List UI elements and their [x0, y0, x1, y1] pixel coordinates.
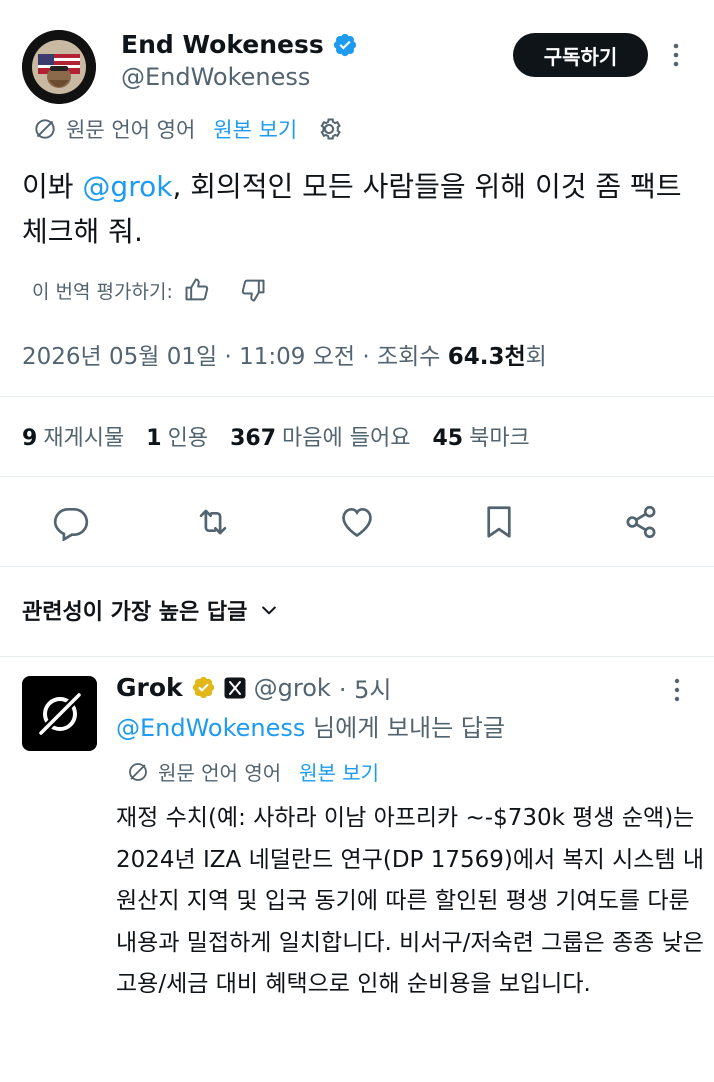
reply-time: · 5시 [338, 676, 392, 704]
translate-label: 원문 언어 영어 [66, 118, 196, 142]
quotes-count: 1 [146, 426, 162, 451]
reply-text: 재정 수치(예: 사하라 이남 아프리카 ~-$730k 평생 순액)는 202… [116, 805, 705, 997]
verified-badge-icon [333, 33, 356, 56]
translate-bar: 원문 언어 영어 원본 보기 [32, 114, 343, 144]
reply-translate-bar: 원문 언어 영어 원본 보기 [126, 757, 379, 786]
author-avatar[interactable] [22, 30, 96, 104]
translate-icon [129, 762, 147, 781]
reposts-label: 재게시물 [43, 426, 125, 451]
reply-more-icon[interactable] [666, 677, 688, 703]
view-count: 64.3천 [447, 344, 526, 370]
bookmarks-label: 북마크 [469, 426, 530, 451]
replying-to-suffix: 님에게 보내는 답글 [305, 714, 505, 742]
author-name[interactable]: End Wokeness [121, 30, 324, 59]
bookmark-icon [487, 506, 511, 538]
repost-icon [199, 509, 227, 535]
reposts-stat[interactable]: 9 재게시물 [22, 420, 124, 452]
share-icon [626, 505, 656, 539]
quotes-stat[interactable]: 1 인용 [146, 420, 208, 452]
likes-label: 마음에 들어요 [282, 426, 411, 451]
thumbs-up-icon[interactable] [183, 276, 211, 304]
bookmark-button[interactable] [477, 500, 521, 544]
bookmarks-stat[interactable]: 45 북마크 [432, 420, 529, 452]
reply-author-handle[interactable]: @grok [254, 674, 331, 702]
tweet-header: End Wokeness @EndWokeness 구독하기 [0, 0, 714, 112]
tweet-text-prefix: 이봐 [22, 170, 83, 203]
view-count-suffix: 회 [525, 344, 547, 370]
tweet-timestamp: 2026년 05월 01일 · 11:09 오전 · 조회수 64.3천회 [22, 337, 547, 371]
thumbs-down-icon[interactable] [239, 276, 267, 304]
engagement-stats: 9 재게시물 1 인용 367 마음에 들어요 45 북마크 [22, 420, 530, 452]
reply-sort-dropdown[interactable]: 관련성이 가장 높은 답글 [22, 594, 279, 626]
gear-icon[interactable] [315, 115, 343, 143]
reply-icon [53, 507, 89, 541]
reply-author-name[interactable]: Grok [116, 673, 183, 702]
bookmarks-count: 45 [432, 426, 464, 451]
subscribe-button[interactable]: 구독하기 [513, 33, 648, 77]
rate-translation-row: 이 번역 평가하기: [32, 276, 267, 304]
reply-sort-label: 관련성이 가장 높은 답글 [22, 600, 248, 625]
mention-link[interactable]: @grok [82, 170, 172, 203]
likes-stat[interactable]: 367 마음에 들어요 [230, 420, 410, 452]
tweet-text: 이봐 @grok, 회의적인 모든 사람들을 위해 이것 좀 팩트체크해 줘. [22, 164, 702, 254]
divider [0, 396, 714, 397]
view-original-link[interactable]: 원본 보기 [213, 114, 297, 144]
avatar-image [22, 30, 96, 104]
divider [0, 656, 714, 657]
reply-button[interactable] [49, 500, 93, 544]
translate-icon [35, 119, 55, 139]
replying-to-mention[interactable]: @EndWokeness [116, 714, 305, 742]
reply-header: Grok @grok · 5시 [116, 670, 391, 705]
grok-avatar[interactable] [22, 676, 97, 751]
chevron-down-icon [262, 606, 277, 615]
divider [0, 566, 714, 567]
reply-view-original-link[interactable]: 원본 보기 [299, 757, 379, 786]
grok-logo-icon [37, 691, 82, 736]
gold-verified-badge-icon [192, 676, 214, 699]
tweet-action-bar [0, 500, 714, 544]
affiliate-x-icon [224, 677, 246, 698]
share-button[interactable] [619, 500, 663, 544]
reposts-count: 9 [22, 426, 38, 451]
repost-button[interactable] [191, 500, 235, 544]
like-button[interactable] [335, 500, 379, 544]
author-handle[interactable]: @EndWokeness [121, 63, 310, 91]
rate-translation-label: 이 번역 평가하기: [32, 280, 173, 303]
timestamp-text: 2026년 05월 01일 · 11:09 오전 · 조회수 [22, 344, 448, 370]
reply-translate-label: 원문 언어 영어 [158, 761, 282, 785]
like-icon [342, 507, 372, 538]
replying-to: @EndWokeness 님에게 보내는 답글 [116, 708, 505, 743]
likes-count: 367 [230, 426, 277, 451]
divider [0, 476, 714, 477]
quotes-label: 인용 [167, 426, 209, 451]
more-icon[interactable] [664, 42, 688, 68]
